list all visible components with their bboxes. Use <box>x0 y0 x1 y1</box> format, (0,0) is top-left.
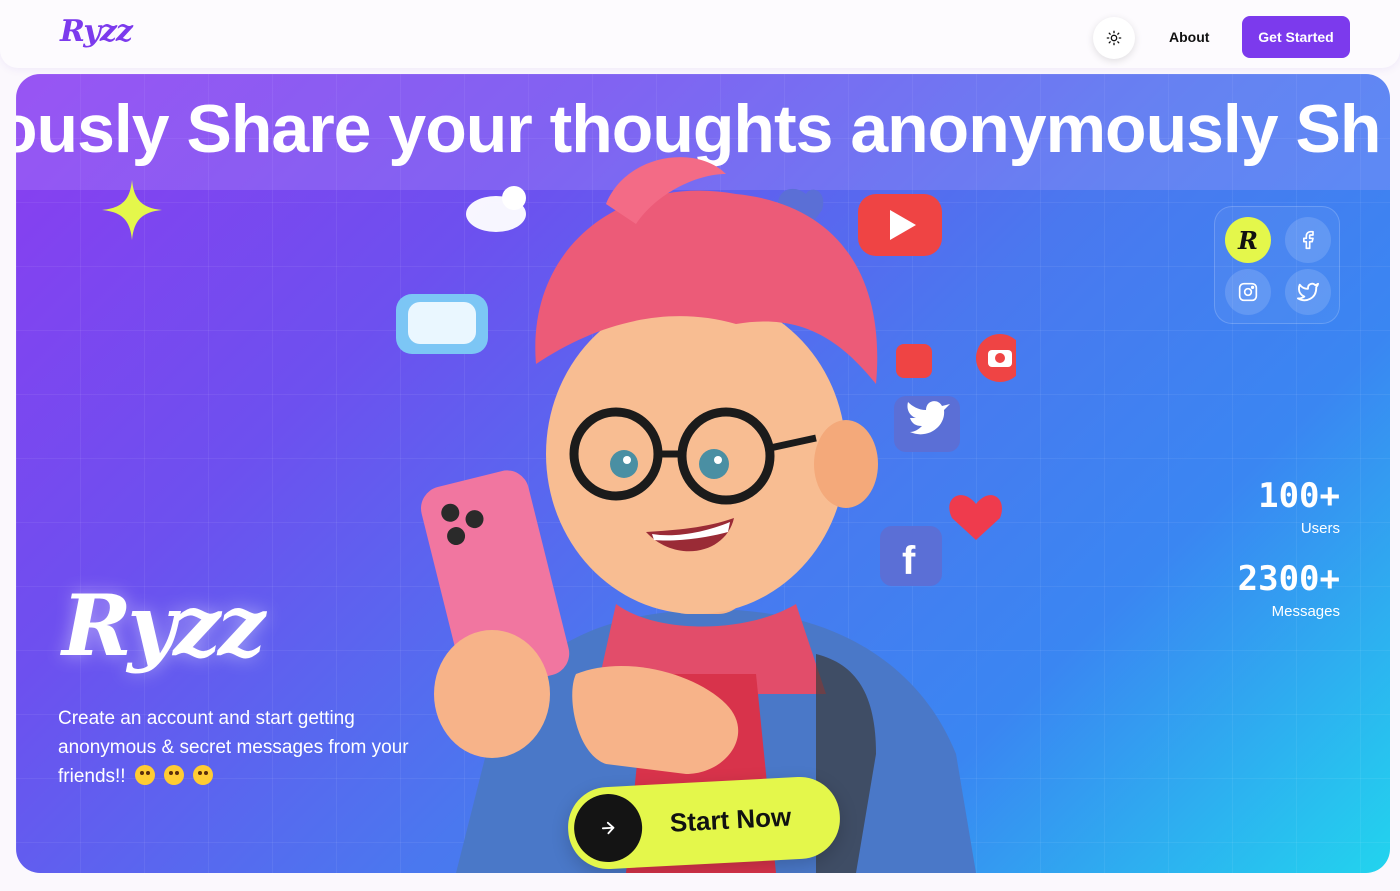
twitter-icon <box>1297 282 1319 302</box>
chat-bubble-icon <box>396 294 488 354</box>
messages-label: Messages <box>1271 603 1340 620</box>
svg-text:f: f <box>902 539 916 583</box>
tagline: Create an account and start getting anon… <box>58 704 418 791</box>
sparkle-icon <box>102 180 162 240</box>
users-count: 100+ <box>1258 476 1340 516</box>
users-label: Users <box>1300 520 1340 537</box>
bird-icon <box>466 186 526 232</box>
youtube-bubble-icon <box>858 194 942 256</box>
zany-face-emoji-icon <box>164 765 185 785</box>
tagline-text: Create an account and start getting anon… <box>58 708 409 787</box>
start-now-button[interactable]: Start Now <box>566 774 842 872</box>
instagram-button[interactable] <box>1225 269 1271 315</box>
instagram-icon <box>1238 282 1258 302</box>
facebook-button[interactable] <box>1285 217 1331 263</box>
heart-icon <box>949 495 1002 540</box>
star-struck-emoji-icon <box>134 765 155 785</box>
hushed-face-emoji-icon <box>193 765 214 785</box>
hero-brand: Ryzz <box>62 576 266 675</box>
ryzz-logo-icon: R <box>1238 225 1258 255</box>
start-now-label: Start Now <box>669 801 792 838</box>
ryzz-social-button[interactable]: R <box>1225 217 1271 263</box>
start-circle <box>572 792 644 864</box>
facebook-icon <box>1303 230 1314 250</box>
sun-icon <box>1106 30 1122 46</box>
facebook-bubble-icon: f <box>880 526 942 586</box>
get-started-button[interactable]: Get Started <box>1242 16 1350 58</box>
twitter-bubble-icon <box>894 396 960 452</box>
theme-toggle-button[interactable] <box>1093 17 1135 59</box>
twitter-button[interactable] <box>1285 269 1331 315</box>
arrow-right-icon <box>601 821 615 835</box>
logo[interactable]: Ryzz <box>60 14 133 49</box>
about-link[interactable]: About <box>1169 29 1209 45</box>
navbar: Ryzz About Get Started <box>0 0 1400 68</box>
messages-count: 2300+ <box>1237 559 1340 599</box>
character-illustration: f <box>396 157 1016 873</box>
camera-bubble-icon <box>976 334 1016 382</box>
comment-bubble-icon <box>896 344 932 378</box>
hero-section: ously Share your thoughts anonymously Sh <box>16 74 1390 873</box>
social-panel: R <box>1214 206 1340 324</box>
